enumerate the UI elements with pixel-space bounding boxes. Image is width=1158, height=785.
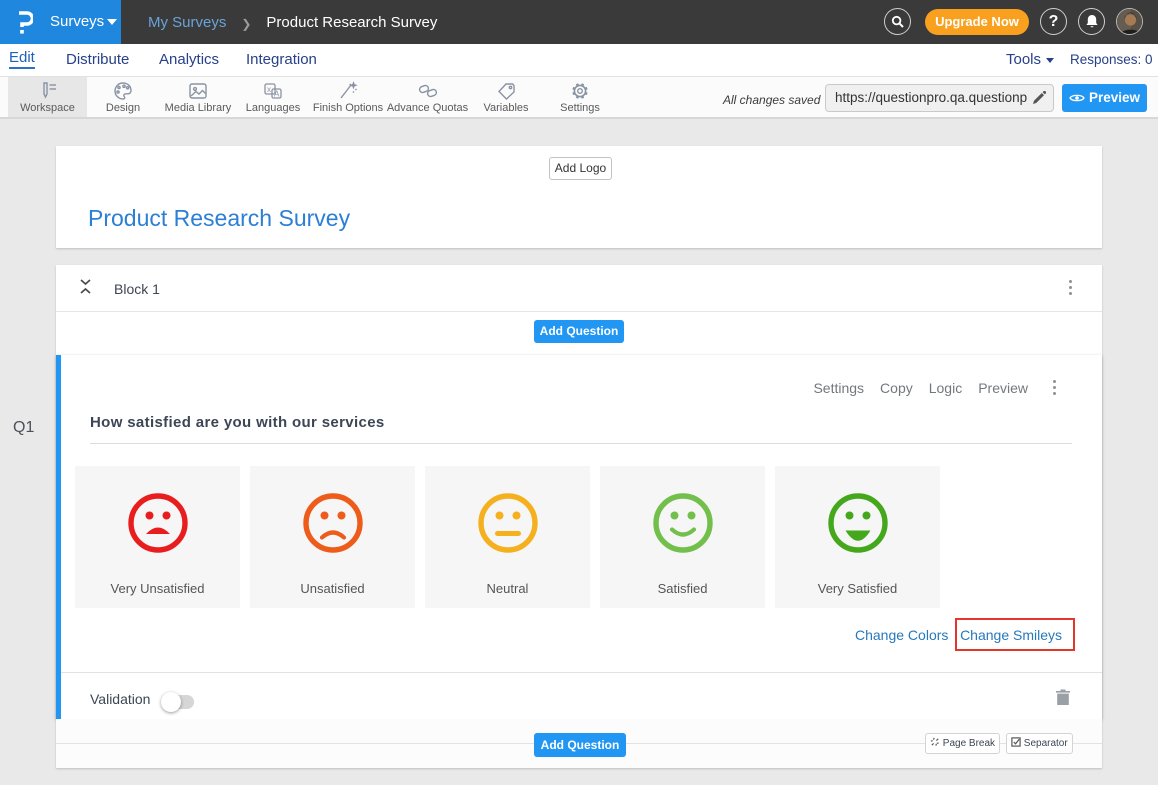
svg-text:x: x bbox=[267, 85, 271, 94]
svg-text:A: A bbox=[274, 90, 280, 99]
